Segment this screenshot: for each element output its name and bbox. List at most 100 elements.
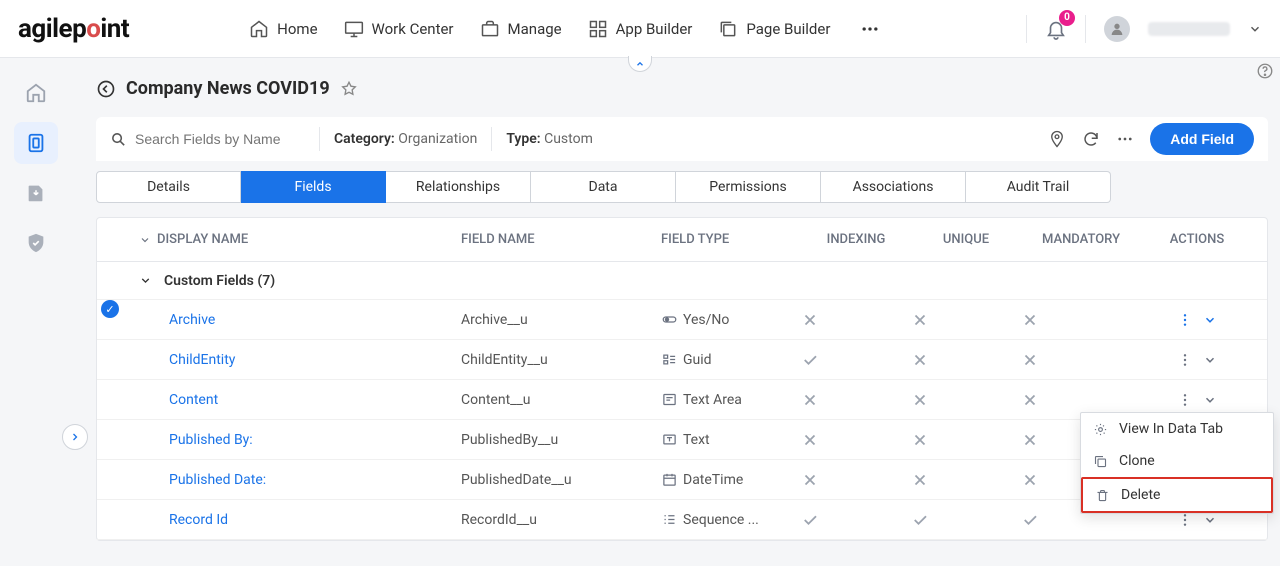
- field-display-name[interactable]: Published By:: [111, 432, 461, 448]
- tab-associations[interactable]: Associations: [821, 171, 966, 203]
- datetime-icon: [661, 472, 677, 487]
- more-icon: [860, 19, 880, 39]
- selected-indicator: ✓: [101, 300, 119, 318]
- ctx-clone[interactable]: Clone: [1081, 445, 1273, 477]
- row-expand-icon[interactable]: [1203, 353, 1217, 367]
- col-header-indexing[interactable]: INDEXING: [801, 232, 911, 247]
- nav-home[interactable]: Home: [249, 19, 317, 39]
- nav-work-center[interactable]: Work Center: [344, 19, 454, 39]
- ctx-view-data[interactable]: View In Data Tab: [1081, 413, 1273, 445]
- view-icon: [1093, 422, 1109, 437]
- star-icon[interactable]: [340, 80, 358, 98]
- unique-cell: [911, 431, 1021, 449]
- field-display-name[interactable]: Published Date:: [111, 472, 461, 488]
- table-row[interactable]: ArchiveArchive__uYes/No: [97, 300, 1267, 340]
- field-name: PublishedDate__u: [461, 472, 661, 488]
- user-name: [1148, 22, 1230, 36]
- back-button[interactable]: [96, 79, 116, 99]
- col-header-field[interactable]: FIELD NAME: [461, 232, 661, 247]
- briefcase-icon: [480, 19, 500, 39]
- nav-app-builder[interactable]: App Builder: [588, 19, 693, 39]
- search-icon: [110, 131, 127, 148]
- rail-security[interactable]: [14, 222, 58, 264]
- trash-icon: [1095, 488, 1111, 503]
- unique-cell: [911, 311, 1021, 329]
- rail-home[interactable]: [14, 72, 58, 114]
- nav-more[interactable]: [856, 19, 884, 39]
- rail-downloads[interactable]: [14, 172, 58, 214]
- unique-cell: [911, 391, 1021, 409]
- field-type: Text: [661, 432, 801, 448]
- indexing-cell: [801, 511, 911, 529]
- field-name: RecordId__u: [461, 512, 661, 528]
- category-filter: Category: Organization: [334, 131, 477, 147]
- notifications-button[interactable]: 0: [1045, 18, 1067, 40]
- nav-manage[interactable]: Manage: [480, 19, 562, 39]
- field-display-name[interactable]: Content: [111, 392, 461, 408]
- nav-label: Work Center: [372, 20, 454, 38]
- toggle-icon: [661, 312, 677, 327]
- row-more-icon[interactable]: [1177, 392, 1193, 408]
- rail-entities[interactable]: [14, 122, 58, 164]
- tab-relationships[interactable]: Relationships: [386, 171, 531, 203]
- field-type: Sequence ...: [661, 512, 801, 528]
- field-display-name[interactable]: ChildEntity: [111, 352, 461, 368]
- search-field[interactable]: [110, 131, 305, 148]
- field-type: Text Area: [661, 392, 801, 408]
- nav-page-builder[interactable]: Page Builder: [718, 19, 830, 39]
- grid-icon: [588, 19, 608, 39]
- rail-expand-button[interactable]: [62, 424, 88, 450]
- tab-data[interactable]: Data: [531, 171, 676, 203]
- col-header-display[interactable]: DISPLAY NAME: [111, 232, 461, 247]
- field-type: Yes/No: [661, 312, 801, 328]
- group-row[interactable]: Custom Fields (7): [97, 262, 1267, 300]
- field-name: ChildEntity__u: [461, 352, 661, 368]
- search-input[interactable]: [135, 131, 305, 147]
- row-expand-icon[interactable]: [1203, 313, 1217, 327]
- row-more-icon[interactable]: [1177, 312, 1193, 328]
- copy-icon: [718, 19, 738, 39]
- row-expand-icon[interactable]: [1203, 513, 1217, 527]
- indexing-cell: [801, 351, 911, 369]
- nav-label: Page Builder: [746, 20, 830, 38]
- unique-cell: [911, 351, 1021, 369]
- field-name: Archive__u: [461, 312, 661, 328]
- help-icon[interactable]: [1256, 62, 1274, 80]
- clone-icon: [1093, 454, 1109, 469]
- home-icon: [249, 19, 269, 39]
- unique-cell: [911, 471, 1021, 489]
- col-header-mandatory[interactable]: MANDATORY: [1021, 232, 1141, 247]
- indexing-cell: [801, 311, 911, 329]
- row-expand-icon[interactable]: [1203, 393, 1217, 407]
- tab-audit-trail[interactable]: Audit Trail: [966, 171, 1111, 203]
- refresh-icon[interactable]: [1082, 130, 1100, 148]
- tab-details[interactable]: Details: [96, 171, 241, 203]
- nav-label: Home: [277, 20, 317, 38]
- col-header-unique[interactable]: UNIQUE: [911, 232, 1021, 247]
- mandatory-cell: [1021, 351, 1141, 369]
- type-filter: Type: Custom: [506, 131, 593, 147]
- field-type: Guid: [661, 352, 801, 368]
- field-display-name[interactable]: Archive: [111, 312, 461, 328]
- add-field-button[interactable]: Add Field: [1150, 123, 1254, 155]
- unique-cell: [911, 511, 1021, 529]
- tab-permissions[interactable]: Permissions: [676, 171, 821, 203]
- col-header-type[interactable]: FIELD TYPE: [661, 232, 801, 247]
- notification-count: 0: [1059, 10, 1075, 26]
- table-row[interactable]: ChildEntityChildEntity__uGuid: [97, 340, 1267, 380]
- indexing-cell: [801, 391, 911, 409]
- page-title: Company News COVID19: [126, 78, 330, 99]
- tab-fields[interactable]: Fields: [241, 171, 386, 203]
- row-more-icon[interactable]: [1177, 352, 1193, 368]
- field-type: DateTime: [661, 472, 801, 488]
- field-display-name[interactable]: Record Id: [111, 512, 461, 528]
- text-icon: [661, 432, 677, 447]
- avatar[interactable]: [1104, 16, 1130, 42]
- ctx-delete[interactable]: Delete: [1081, 477, 1273, 513]
- more-icon[interactable]: [1116, 130, 1134, 148]
- chevron-down-icon[interactable]: [1248, 22, 1262, 36]
- indexing-cell: [801, 471, 911, 489]
- field-name: PublishedBy__u: [461, 432, 661, 448]
- field-name: Content__u: [461, 392, 661, 408]
- location-icon[interactable]: [1048, 130, 1066, 148]
